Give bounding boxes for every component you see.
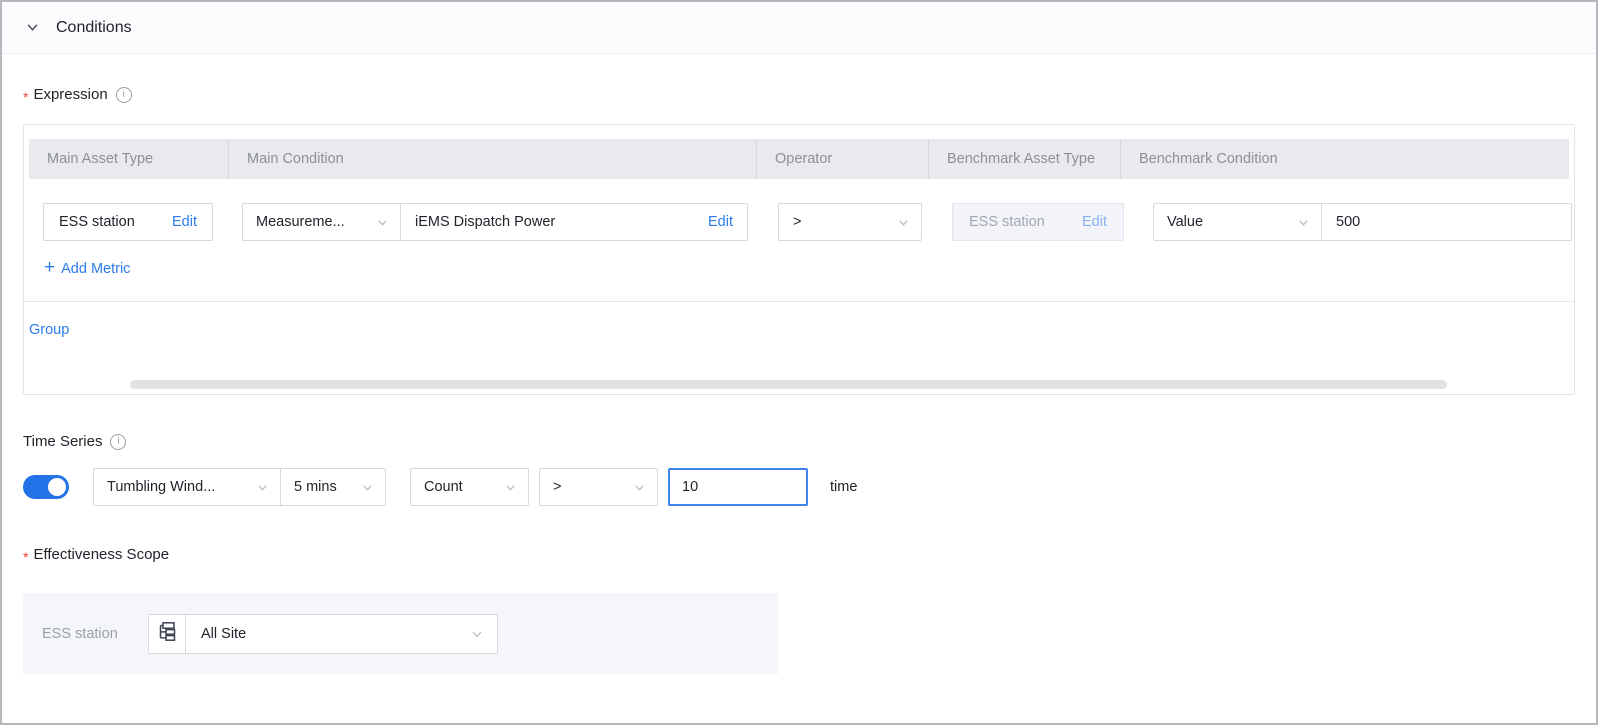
plus-icon: + bbox=[44, 258, 55, 277]
chevron-down-icon bbox=[257, 482, 268, 493]
info-icon[interactable]: i bbox=[116, 87, 132, 103]
scope-selector-group: All Site bbox=[148, 614, 498, 654]
expression-row: ESS station Edit Measureme... iEMS Dispa… bbox=[24, 179, 1574, 301]
benchmark-asset-type-box: ESS station Edit bbox=[952, 203, 1124, 241]
site-select-value: All Site bbox=[201, 626, 246, 642]
time-series-toggle[interactable] bbox=[23, 475, 69, 499]
time-series-label-text: Time Series bbox=[23, 433, 102, 450]
scope-asset-type-label: ESS station bbox=[42, 626, 127, 642]
aggregator-value: Count bbox=[424, 479, 463, 495]
effectiveness-scope-label-text: Effectiveness Scope bbox=[33, 546, 169, 563]
column-header-operator: Operator bbox=[757, 139, 929, 179]
info-icon[interactable]: i bbox=[110, 434, 126, 450]
required-marker: * bbox=[23, 549, 28, 565]
main-asset-edit-link[interactable]: Edit bbox=[172, 214, 197, 230]
time-series-operator-value: > bbox=[553, 479, 561, 495]
condition-metric-value: iEMS Dispatch Power bbox=[415, 214, 555, 230]
benchmark-value-field[interactable]: 500 bbox=[1322, 214, 1571, 230]
site-select[interactable]: All Site bbox=[186, 614, 498, 654]
conditions-section-header[interactable]: Conditions bbox=[2, 2, 1596, 54]
condition-edit-link[interactable]: Edit bbox=[708, 214, 733, 230]
chevron-down-icon bbox=[898, 217, 909, 228]
operator-value: > bbox=[793, 214, 801, 230]
section-title: Conditions bbox=[56, 19, 132, 37]
asset-tree-button[interactable] bbox=[148, 614, 186, 654]
chevron-down-icon bbox=[634, 482, 645, 493]
window-interval-select[interactable]: 5 mins bbox=[281, 469, 385, 505]
time-series-row: Tumbling Wind... 5 mins Count bbox=[23, 468, 1575, 506]
add-metric-label: Add Metric bbox=[61, 261, 130, 277]
toggle-knob bbox=[48, 478, 66, 496]
conditions-content: * Expression i Main Asset Type Main Cond… bbox=[2, 86, 1596, 674]
condition-type-value: Measureme... bbox=[256, 214, 345, 230]
table-header-row: Main Asset Type Main Condition Operator … bbox=[29, 139, 1569, 179]
benchmark-value: 500 bbox=[1336, 214, 1360, 230]
window-interval-value: 5 mins bbox=[294, 479, 337, 495]
window-group: Tumbling Wind... 5 mins bbox=[93, 468, 386, 506]
expression-table: Main Asset Type Main Condition Operator … bbox=[23, 124, 1575, 395]
scrollbar-thumb[interactable] bbox=[130, 380, 1447, 389]
conditions-panel: Conditions * Expression i Main Asset Typ… bbox=[0, 0, 1598, 725]
benchmark-condition-group: Value 500 bbox=[1153, 203, 1572, 241]
benchmark-type-value: Value bbox=[1167, 214, 1203, 230]
expression-label-text: Expression bbox=[33, 86, 107, 103]
main-asset-type-value: ESS station bbox=[59, 214, 135, 230]
group-button[interactable]: Group bbox=[29, 322, 69, 338]
condition-type-select[interactable]: Measureme... bbox=[243, 204, 401, 240]
effectiveness-scope-panel: ESS station All Site bbox=[23, 593, 778, 674]
group-area: Group bbox=[24, 301, 1574, 376]
chevron-down-icon bbox=[377, 217, 388, 228]
chevron-down-icon bbox=[1298, 217, 1309, 228]
horizontal-scrollbar bbox=[24, 376, 1574, 394]
chevron-down-icon bbox=[362, 482, 373, 493]
main-asset-type-box: ESS station Edit bbox=[43, 203, 213, 241]
column-header-benchmark-asset-type: Benchmark Asset Type bbox=[929, 139, 1121, 179]
benchmark-type-select[interactable]: Value bbox=[1154, 204, 1322, 240]
threshold-unit-label: time bbox=[830, 479, 857, 495]
asset-tree-icon bbox=[157, 621, 177, 646]
chevron-down-icon[interactable] bbox=[26, 21, 39, 34]
benchmark-asset-edit-link: Edit bbox=[1082, 214, 1107, 230]
condition-metric-box: iEMS Dispatch Power Edit bbox=[401, 214, 747, 230]
chevron-down-icon bbox=[505, 482, 516, 493]
benchmark-asset-type-value: ESS station bbox=[969, 214, 1045, 230]
column-header-benchmark-condition: Benchmark Condition bbox=[1121, 139, 1569, 179]
table-top-spacer bbox=[24, 125, 1574, 139]
column-header-main-asset-type: Main Asset Type bbox=[29, 139, 229, 179]
window-type-select[interactable]: Tumbling Wind... bbox=[94, 469, 281, 505]
required-marker: * bbox=[23, 89, 28, 105]
expression-label: * Expression i bbox=[23, 86, 1575, 103]
window-type-value: Tumbling Wind... bbox=[107, 479, 215, 495]
aggregator-select[interactable]: Count bbox=[410, 468, 529, 506]
effectiveness-scope-label: * Effectiveness Scope bbox=[23, 546, 1575, 563]
time-series-operator-select[interactable]: > bbox=[539, 468, 658, 506]
chevron-down-icon bbox=[471, 628, 483, 640]
column-header-main-condition: Main Condition bbox=[229, 139, 757, 179]
threshold-input[interactable] bbox=[668, 468, 808, 506]
operator-select[interactable]: > bbox=[778, 203, 922, 241]
time-series-label: Time Series i bbox=[23, 433, 1575, 450]
add-metric-button[interactable]: + Add Metric bbox=[44, 259, 130, 278]
main-condition-group: Measureme... iEMS Dispatch Power Edit bbox=[242, 203, 748, 241]
